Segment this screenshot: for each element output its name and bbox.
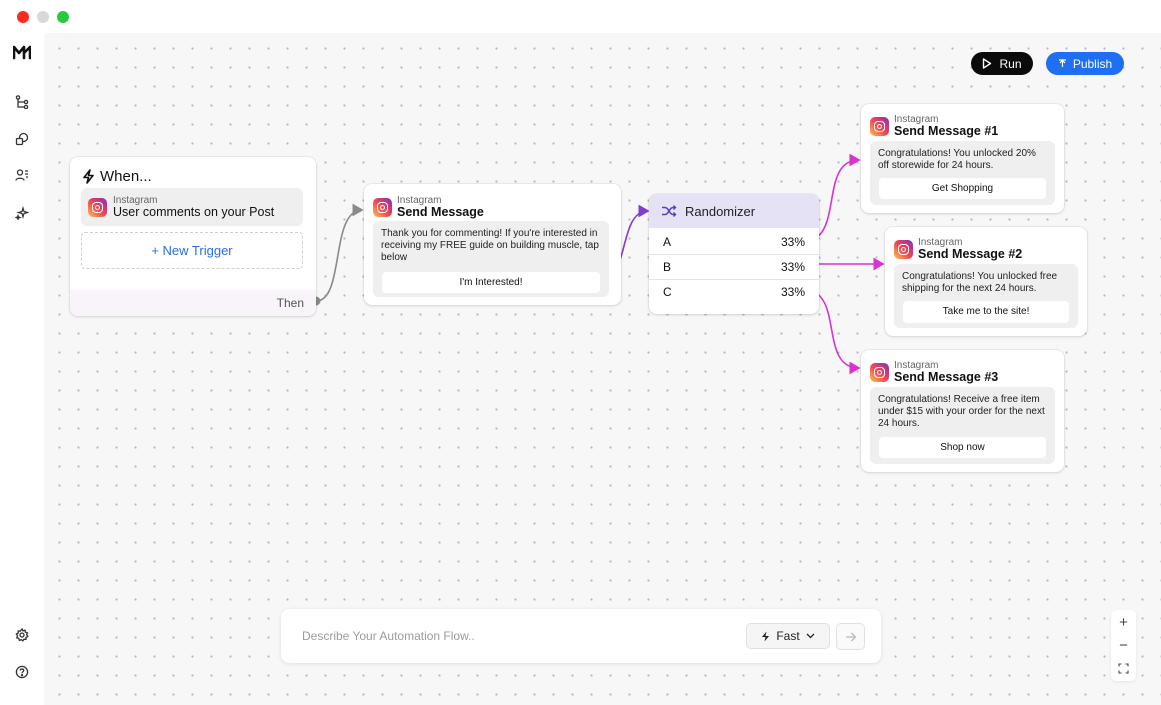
outcome-text: Congratulations! You unlocked 20% off st… xyxy=(878,148,1036,171)
outcome-title: Send Message #2 xyxy=(918,247,1023,261)
trigger-source: Instagram xyxy=(113,194,158,206)
zoom-in-button[interactable]: + xyxy=(1111,614,1136,631)
publish-label: Publish xyxy=(1072,56,1113,71)
lightning-icon xyxy=(762,631,770,641)
randomizer-title: Randomizer xyxy=(685,203,756,219)
minimize-window-button[interactable] xyxy=(37,11,49,23)
row-percent: 33% xyxy=(780,285,805,299)
gear-icon[interactable] xyxy=(12,625,32,645)
app-logo-icon[interactable] xyxy=(12,42,32,62)
trigger-card[interactable]: When... Instagram User comments on your … xyxy=(70,157,316,316)
then-label: Then xyxy=(276,296,304,310)
sparkles-icon[interactable] xyxy=(12,203,32,223)
then-strip: Then xyxy=(70,290,316,316)
shuffle-icon xyxy=(662,205,677,217)
outcome-text: Congratulations! Receive a free item und… xyxy=(878,394,1045,429)
message-bubble: Thank you for commenting! If you're inte… xyxy=(373,221,609,297)
message-title: Send Message xyxy=(397,205,484,219)
outcome-title: Send Message #3 xyxy=(894,370,999,384)
window-titlebar xyxy=(0,0,1161,33)
users-icon[interactable] xyxy=(12,165,32,185)
trigger-event[interactable]: Instagram User comments on your Post xyxy=(81,188,303,226)
randomizer-card[interactable]: Randomizer A 33% B 33% C 33% xyxy=(649,194,819,314)
row-percent: 33% xyxy=(780,260,805,274)
outcome-text: Congratulations! You unlocked free shipp… xyxy=(902,271,1058,294)
mode-select[interactable]: Fast xyxy=(746,623,830,649)
randomizer-row-c[interactable]: C 33% xyxy=(649,279,819,304)
lightning-icon xyxy=(83,169,94,184)
get-shopping-button[interactable]: Get Shopping xyxy=(879,178,1046,199)
help-icon[interactable] xyxy=(12,662,32,682)
play-icon xyxy=(983,58,992,69)
instagram-icon xyxy=(88,197,107,217)
chevron-down-icon xyxy=(806,633,815,639)
instagram-icon xyxy=(870,363,889,382)
outcome-bubble: Congratulations! You unlocked free shipp… xyxy=(894,264,1078,328)
row-label: B xyxy=(663,260,672,274)
prompt-bar[interactable]: Describe Your Automation Flow.. Fast xyxy=(281,609,881,663)
send-button[interactable] xyxy=(836,623,865,650)
sidebar xyxy=(0,33,44,705)
outcome-title: Send Message #1 xyxy=(894,124,999,138)
prompt-input[interactable]: Describe Your Automation Flow.. xyxy=(302,629,475,643)
outcome-card-2[interactable]: Instagram Send Message #2 Congratulation… xyxy=(885,227,1087,336)
shapes-icon[interactable] xyxy=(12,129,32,149)
message-text: Thank you for commenting! If you're inte… xyxy=(381,228,599,263)
outcome-bubble: Congratulations! You unlocked 20% off st… xyxy=(870,141,1055,205)
row-label: A xyxy=(663,234,672,249)
row-label: C xyxy=(663,285,672,299)
interested-button[interactable]: I'm Interested! xyxy=(382,272,600,293)
outcome-bubble: Congratulations! Receive a free item und… xyxy=(870,387,1055,464)
randomizer-header: Randomizer xyxy=(649,194,819,228)
instagram-icon xyxy=(894,240,913,259)
maximize-window-button[interactable] xyxy=(57,11,69,23)
fit-view-icon xyxy=(1118,663,1129,674)
trigger-title: When... xyxy=(100,168,152,185)
zoom-controls: + − xyxy=(1111,610,1136,681)
run-button[interactable]: Run xyxy=(971,52,1033,75)
publish-button[interactable]: Publish xyxy=(1046,52,1124,75)
fit-view-button[interactable] xyxy=(1111,661,1136,675)
arrow-right-icon xyxy=(845,632,856,641)
upload-icon xyxy=(1058,59,1066,67)
shop-now-button[interactable]: Shop now xyxy=(879,437,1046,458)
outcome-card-1[interactable]: Instagram Send Message #1 Congratulation… xyxy=(861,104,1064,213)
flow-icon[interactable] xyxy=(12,92,32,112)
row-percent: 33% xyxy=(780,234,805,249)
instagram-icon xyxy=(373,198,392,217)
close-window-button[interactable] xyxy=(17,11,29,23)
trigger-event-label: User comments on your Post xyxy=(113,204,275,219)
send-message-card[interactable]: Instagram Send Message Thank you for com… xyxy=(364,184,621,305)
outcome-card-3[interactable]: Instagram Send Message #3 Congratulation… xyxy=(861,350,1064,472)
randomizer-row-a[interactable]: A 33% xyxy=(649,229,819,254)
instagram-icon xyxy=(870,117,889,136)
new-trigger-button[interactable]: + New Trigger xyxy=(81,232,303,269)
randomizer-row-b[interactable]: B 33% xyxy=(649,254,819,279)
zoom-out-button[interactable]: − xyxy=(1111,637,1136,654)
take-me-to-site-button[interactable]: Take me to the site! xyxy=(903,301,1069,323)
mode-label: Fast xyxy=(776,629,800,643)
run-label: Run xyxy=(999,56,1022,71)
